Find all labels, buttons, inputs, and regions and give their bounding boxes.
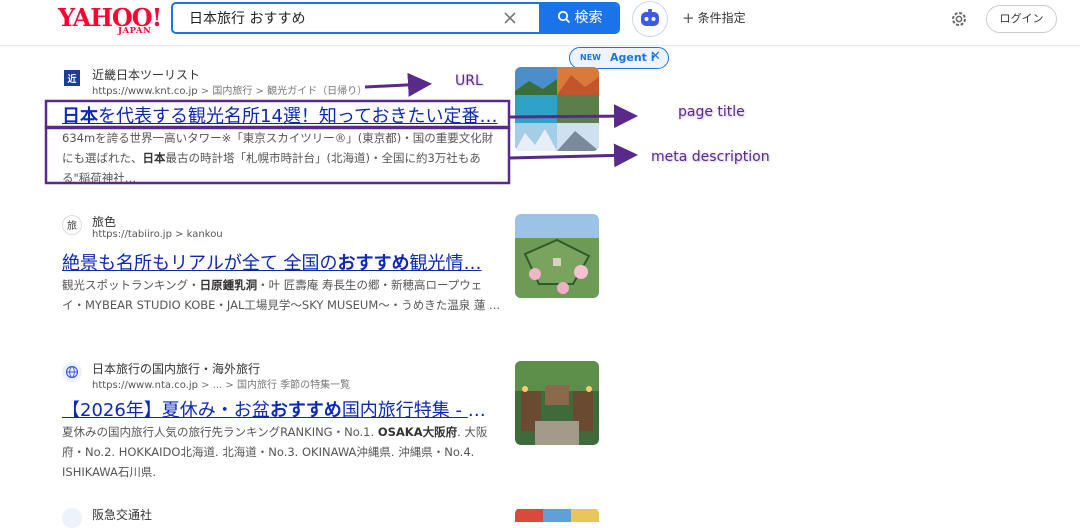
url-arrow [364,72,432,97]
description-arrow [508,143,638,168]
annotation-url: URL [455,73,483,89]
description-highlight-box [44,125,511,185]
annotation-page-title: page title [678,104,745,120]
annotation-meta-description: meta description [651,149,770,165]
annotation-overlay [44,72,638,185]
title-highlight-box [44,99,511,130]
title-arrow [508,104,638,129]
